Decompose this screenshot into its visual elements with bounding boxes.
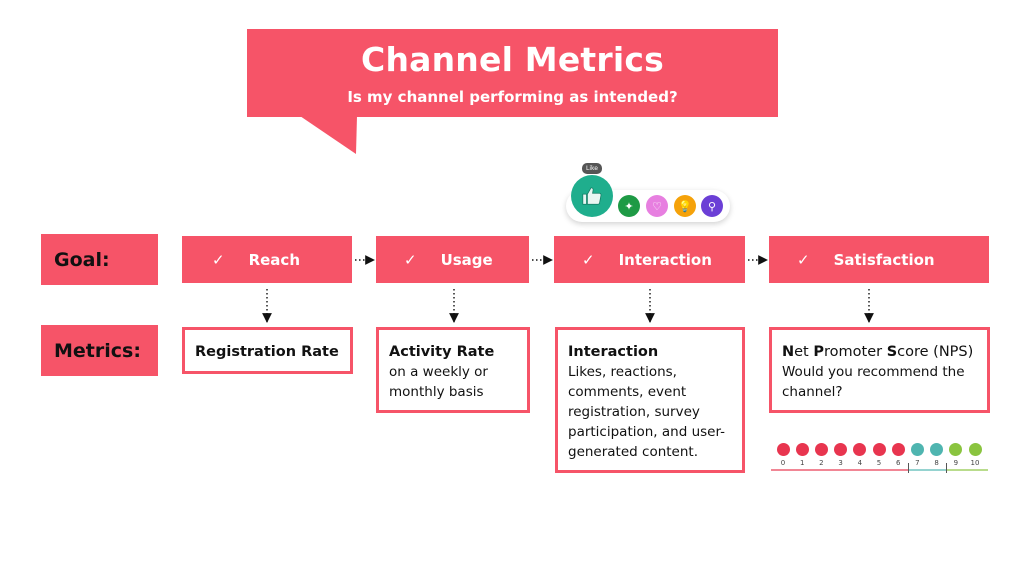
sad-face-icon	[872, 443, 886, 456]
nps-score-label: 4	[857, 459, 863, 467]
metric-description: on a weekly or monthly basis	[389, 364, 488, 400]
sad-face-icon	[891, 443, 905, 456]
metric-title: Interaction	[568, 344, 659, 360]
neutral-face-icon	[930, 443, 944, 456]
nps-score-label: 5	[876, 459, 882, 467]
nps-group-line-passives	[907, 469, 947, 471]
connectors	[262, 255, 874, 323]
nps-title-part: S	[886, 344, 898, 360]
nps-score-label: 8	[934, 459, 939, 467]
nps-score-label: 10	[970, 459, 980, 467]
nps-group-divider	[946, 463, 948, 473]
sad-face-icon	[795, 443, 809, 456]
happy-face-icon	[968, 443, 982, 456]
neutral-face-icon	[910, 443, 924, 456]
nps-title-part: core (NPS)	[897, 344, 974, 360]
sad-face-icon	[776, 443, 790, 456]
nps-title-part: et	[794, 344, 814, 360]
nps-score-label: 2	[819, 459, 824, 467]
nps-title-part: N	[782, 344, 795, 360]
metric-description: Would you recommend the channel?	[782, 364, 965, 400]
sad-face-icon	[834, 443, 848, 456]
nps-group-line-promoters	[946, 469, 988, 471]
metric-title: Activity Rate	[389, 344, 495, 360]
nps-score-label: 3	[838, 459, 843, 467]
nps-group-divider	[907, 463, 909, 473]
nps-score-label: 6	[895, 459, 901, 467]
nps-score-label: 0	[780, 459, 786, 467]
metric-nps: Net Promoter Score (NPS) Would you recom…	[769, 327, 990, 413]
nps-title-part: romoter	[824, 344, 887, 360]
metric-registration-rate: Registration Rate	[182, 327, 353, 374]
metric-activity-rate: Activity Rate on a weekly or monthly bas…	[376, 327, 530, 413]
nps-score-label: 7	[915, 459, 920, 467]
sad-face-icon	[814, 443, 828, 456]
nps-score-label: 9	[953, 459, 959, 467]
metric-interaction: Interaction Likes, reactions, comments, …	[555, 327, 745, 473]
nps-score-label: 1	[799, 459, 805, 467]
metric-description: Likes, reactions, comments, event regist…	[568, 364, 726, 460]
metric-title: Net Promoter Score (NPS)	[782, 344, 973, 360]
nps-title-part: P	[813, 344, 824, 360]
metric-title: Registration Rate	[195, 344, 339, 360]
nps-group-line-detractors	[771, 469, 908, 471]
